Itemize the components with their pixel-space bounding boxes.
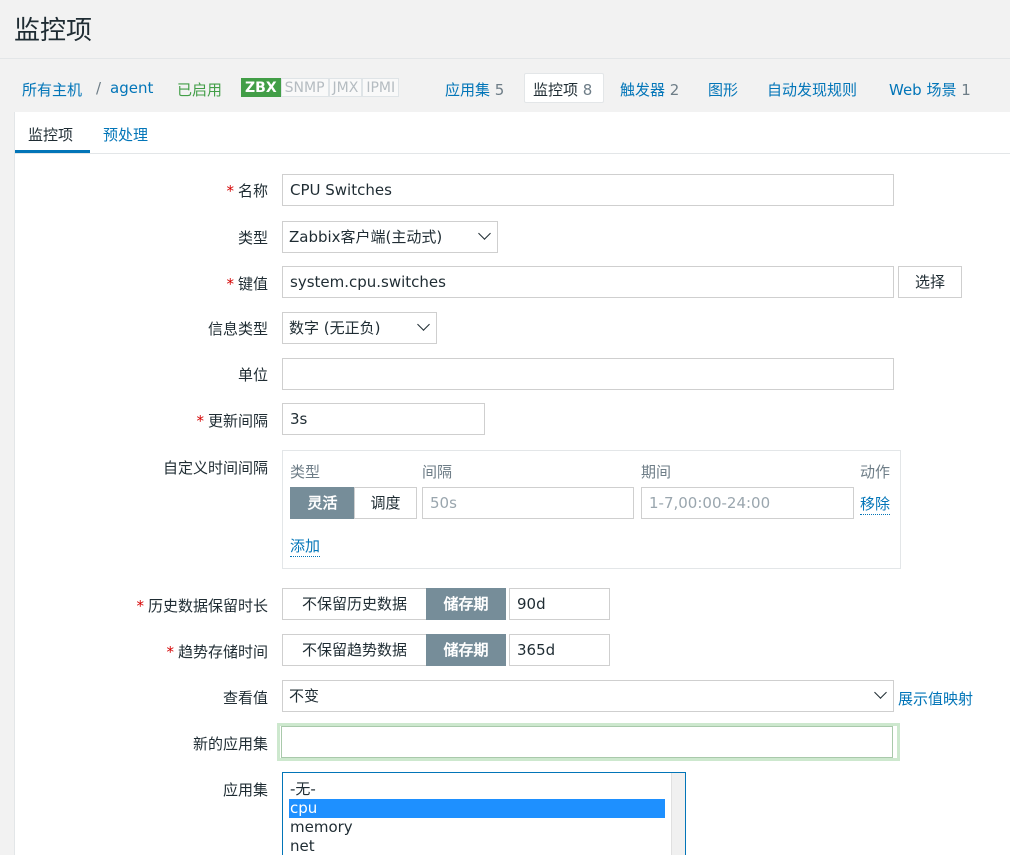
trends-label: * 趋势存储时间 (166, 643, 268, 661)
type-select[interactable]: Zabbix客户端(主动式) (282, 221, 498, 253)
nav-app-sets[interactable]: 应用集 5 (445, 79, 504, 100)
tab-item[interactable]: 监控项 (28, 124, 73, 145)
update-interval-label: * 更新间隔 (196, 412, 268, 430)
custom-intervals-label: 自定义时间间隔 (162, 459, 268, 477)
chevron-down-icon (874, 686, 887, 699)
type-label: 类型 (237, 229, 268, 247)
custom-intervals-header-interval: 间隔 (422, 463, 453, 481)
badge-snmp: SNMP (280, 78, 329, 97)
key-input[interactable]: system.cpu.switches (282, 266, 894, 298)
custom-interval-add-link[interactable]: 添加 (290, 535, 321, 557)
trends-do-not-keep-button[interactable]: 不保留趋势数据 (282, 634, 427, 666)
page-title: 监控项 (14, 16, 93, 46)
breadcrumb-host[interactable]: agent (110, 79, 153, 97)
chevron-down-icon (417, 318, 430, 331)
form-tabs: 监控项 预处理 (15, 112, 1010, 154)
info-type-select[interactable]: 数字 (无正负) (282, 312, 437, 344)
name-input[interactable]: CPU Switches (282, 174, 894, 206)
new-application-label: 新的应用集 (192, 735, 268, 753)
tab-preprocessing[interactable]: 预处理 (103, 124, 148, 145)
badge-jmx: JMX (328, 78, 363, 97)
new-application-input[interactable] (281, 726, 893, 758)
info-type-label: 信息类型 (207, 320, 268, 338)
host-status-enabled[interactable]: 已启用 (177, 79, 222, 100)
trends-period-input[interactable]: 365d (509, 634, 610, 666)
breadcrumb-separator: / (96, 79, 102, 97)
history-storage-period-button[interactable]: 储存期 (426, 588, 506, 620)
nav-graphs[interactable]: 图形 (708, 79, 738, 100)
application-option-net[interactable]: net (290, 837, 315, 855)
custom-intervals-header-type: 类型 (290, 463, 321, 481)
trends-storage-period-button[interactable]: 储存期 (426, 634, 506, 666)
interval-mode-scheduling[interactable]: 调度 (354, 487, 417, 519)
custom-period-input[interactable]: 1-7,00:00-24:00 (641, 487, 854, 519)
custom-intervals-header-action: 动作 (860, 463, 891, 481)
info-type-select-value: 数字 (无正负) (289, 319, 381, 337)
item-form-container: 监控项 预处理 * 名称 CPU Switches 类型 Zabbix客户端(主动… (14, 112, 1010, 855)
applications-label: 应用集 (222, 781, 268, 799)
type-select-value: Zabbix客户端(主动式) (289, 228, 443, 246)
badge-ipmi: IPMI (362, 78, 400, 97)
nav-web-scenarios[interactable]: Web 场景 1 (889, 79, 971, 100)
chevron-down-icon (478, 227, 491, 240)
history-label: * 历史数据保留时长 (136, 597, 268, 615)
applications-listbox[interactable]: -无- cpu memory net (282, 772, 686, 855)
history-do-not-keep-button[interactable]: 不保留历史数据 (282, 588, 427, 620)
breadcrumb-all-hosts[interactable]: 所有主机 (22, 79, 82, 100)
key-label: * 键值 (226, 275, 268, 293)
custom-interval-input[interactable]: 50s (422, 487, 634, 519)
nav-items[interactable]: 监控项 8 (533, 79, 592, 100)
active-tab-indicator (15, 150, 90, 153)
custom-interval-remove-link[interactable]: 移除 (860, 493, 891, 515)
host-navigation: 所有主机 / agent 已启用 ZBX SNMP JMX IPMI 应用集 5… (0, 58, 1010, 112)
nav-triggers[interactable]: 触发器 2 (620, 79, 679, 100)
custom-intervals-header-period: 期间 (641, 463, 672, 481)
badge-zbx: ZBX (241, 78, 281, 97)
show-value-mappings-link[interactable]: 展示值映射 (898, 688, 973, 709)
nav-discovery-rules[interactable]: 自动发现规则 (767, 79, 857, 100)
application-option-cpu[interactable]: cpu (289, 799, 665, 818)
show-value-select[interactable]: 不变 (282, 680, 894, 712)
application-option-memory[interactable]: memory (290, 818, 353, 837)
update-interval-input[interactable]: 3s (282, 403, 485, 435)
listbox-scrollbar[interactable] (671, 773, 685, 855)
custom-intervals-table: 类型 间隔 期间 动作 灵活 调度 50s 1-7,00:00-24:00 移除… (282, 450, 901, 569)
availability-badges: ZBX SNMP JMX IPMI (241, 78, 400, 97)
history-period-input[interactable]: 90d (509, 588, 610, 620)
show-value-label: 查看值 (222, 689, 268, 707)
application-option-none[interactable]: -无- (290, 780, 316, 799)
units-input[interactable] (282, 358, 894, 390)
show-value-select-value: 不变 (289, 687, 320, 705)
interval-mode-flexible[interactable]: 灵活 (290, 487, 355, 519)
units-label: 单位 (237, 366, 268, 384)
key-select-button[interactable]: 选择 (898, 266, 962, 298)
name-label: * 名称 (226, 182, 268, 200)
